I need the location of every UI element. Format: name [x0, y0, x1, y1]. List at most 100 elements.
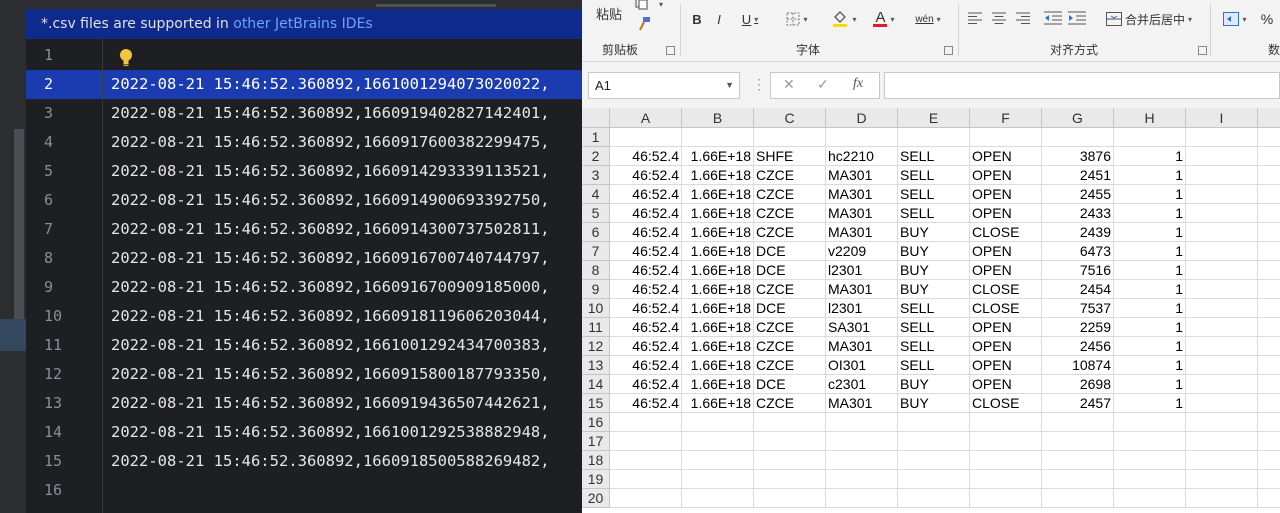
row-header[interactable]: 12	[582, 337, 610, 356]
column-header[interactable]: A	[610, 108, 682, 128]
sheet-cell[interactable]	[970, 432, 1042, 451]
sheet-cell[interactable]	[1186, 470, 1258, 489]
border-button[interactable]: ▾	[782, 10, 812, 28]
underline-button[interactable]: U ▾	[736, 10, 764, 28]
sheet-cell[interactable]	[1186, 185, 1258, 204]
border-caret[interactable]: ▾	[803, 15, 807, 24]
code-line[interactable]: 2022-08-21 15:46:52.360892,1660914900693…	[103, 186, 582, 215]
sheet-cell[interactable]: 2259	[1042, 318, 1114, 337]
code-line[interactable]: 2022-08-21 15:46:52.360892,1661001292538…	[103, 418, 582, 447]
sheet-cell[interactable]: 1.66E+18	[682, 356, 754, 375]
sheet-cell[interactable]: 1.66E+18	[682, 280, 754, 299]
sheet-cell[interactable]: DCE	[754, 261, 826, 280]
sheet-cell[interactable]	[610, 489, 682, 508]
sheet-cell[interactable]	[682, 489, 754, 508]
column-header[interactable]: I	[1186, 108, 1258, 128]
sheet-cell[interactable]	[682, 128, 754, 147]
row-header[interactable]: 11	[582, 318, 610, 337]
sheet-cell[interactable]: 2451	[1042, 166, 1114, 185]
sheet-cell[interactable]: OI301	[826, 356, 898, 375]
sheet-cell[interactable]: OPEN	[970, 337, 1042, 356]
sheet-cell[interactable]: DCE	[754, 299, 826, 318]
sheet-cell[interactable]	[1042, 470, 1114, 489]
sheet-cell[interactable]: 2456	[1042, 337, 1114, 356]
sheet-cell[interactable]: 2433	[1042, 204, 1114, 223]
sheet-cell[interactable]: MA301	[826, 337, 898, 356]
confirm-icon[interactable]: ✓	[817, 76, 829, 93]
sheet-cell[interactable]	[1258, 299, 1280, 318]
sheet-cell[interactable]	[1042, 413, 1114, 432]
sheet-cell[interactable]	[1186, 166, 1258, 185]
sheet-cell[interactable]: SELL	[898, 147, 970, 166]
sheet-cell[interactable]	[898, 451, 970, 470]
sheet-cell[interactable]: 1	[1114, 356, 1186, 375]
code-line[interactable]: 2022-08-21 15:46:52.360892,1661001294073…	[103, 70, 582, 99]
sheet-cell[interactable]: 46:52.4	[610, 242, 682, 261]
sheet-cell[interactable]	[1186, 318, 1258, 337]
copy-dropdown-caret[interactable]: ▾	[659, 0, 663, 9]
sheet-cell[interactable]: CZCE	[754, 223, 826, 242]
sheet-cell[interactable]: v2209	[826, 242, 898, 261]
line-number[interactable]: 13	[26, 389, 102, 418]
paste-button[interactable]: 粘贴	[596, 4, 622, 22]
sheet-cell[interactable]: OPEN	[970, 375, 1042, 394]
sheet-cell[interactable]	[1186, 451, 1258, 470]
code-line[interactable]: 2022-08-21 15:46:52.360892,1660916700909…	[103, 273, 582, 302]
line-number[interactable]: 12	[26, 360, 102, 389]
italic-button[interactable]: I	[712, 10, 726, 28]
row-header[interactable]: 1	[582, 128, 610, 147]
sheet-cell[interactable]	[754, 413, 826, 432]
sheet-cell[interactable]: 1	[1114, 204, 1186, 223]
code-line[interactable]: 2022-08-21 15:46:52.360892,1660916700740…	[103, 244, 582, 273]
sheet-cell[interactable]: OPEN	[970, 356, 1042, 375]
sheet-cell[interactable]: 46:52.4	[610, 185, 682, 204]
sheet-cell[interactable]: SHFE	[754, 147, 826, 166]
sheet-cell[interactable]	[610, 470, 682, 489]
sheet-cell[interactable]	[1258, 470, 1280, 489]
row-header[interactable]: 20	[582, 489, 610, 508]
merge-caret[interactable]: ▾	[1188, 15, 1192, 24]
code-line[interactable]: 2022-08-21 15:46:52.360892,1660919402827…	[103, 99, 582, 128]
sheet-cell[interactable]: 2698	[1042, 375, 1114, 394]
sheet-cell[interactable]	[1186, 394, 1258, 413]
sheet-cell[interactable]	[1186, 223, 1258, 242]
sheet-cell[interactable]: 1.66E+18	[682, 204, 754, 223]
line-number[interactable]: 11	[26, 331, 102, 360]
sheet-cell[interactable]: SELL	[898, 166, 970, 185]
sheet-cell[interactable]	[970, 489, 1042, 508]
sheet-cell[interactable]: 46:52.4	[610, 261, 682, 280]
project-scrollbar[interactable]	[14, 129, 24, 319]
sheet-cell[interactable]: MA301	[826, 204, 898, 223]
sheet-cell[interactable]: 1	[1114, 280, 1186, 299]
sheet-cell[interactable]: 46:52.4	[610, 356, 682, 375]
clipboard-dialog-launcher[interactable]	[666, 46, 675, 55]
sheet-cell[interactable]	[1114, 451, 1186, 470]
sheet-cell[interactable]: 1	[1114, 318, 1186, 337]
sheet-cell[interactable]: 1.66E+18	[682, 299, 754, 318]
sheet-cell[interactable]: 1	[1114, 375, 1186, 394]
sheet-cell[interactable]: MA301	[826, 394, 898, 413]
cancel-icon[interactable]: ✕	[783, 76, 795, 93]
code-line[interactable]: 2022-08-21 15:46:52.360892,1660919436507…	[103, 389, 582, 418]
sheet-cell[interactable]	[1258, 147, 1280, 166]
row-header[interactable]: 19	[582, 470, 610, 489]
fill-color-button[interactable]: ▾	[828, 10, 860, 28]
percent-button[interactable]: %	[1258, 10, 1276, 28]
sheet-cell[interactable]: CZCE	[754, 185, 826, 204]
line-number[interactable]: 4	[26, 128, 102, 157]
sheet-cell[interactable]	[1114, 432, 1186, 451]
sheet-cell[interactable]: hc2210	[826, 147, 898, 166]
sheet-cell[interactable]: OPEN	[970, 166, 1042, 185]
sheet-cell[interactable]: CLOSE	[970, 394, 1042, 413]
sheet-cell[interactable]: CLOSE	[970, 280, 1042, 299]
row-header[interactable]: 16	[582, 413, 610, 432]
sheet-cell[interactable]	[1258, 394, 1280, 413]
underline-caret[interactable]: ▾	[754, 15, 758, 24]
line-number[interactable]: 10	[26, 302, 102, 331]
sheet-cell[interactable]	[1042, 128, 1114, 147]
sheet-cell[interactable]	[1042, 432, 1114, 451]
wen-phonetic-button[interactable]: wén ▾	[912, 10, 944, 28]
align-left-icon[interactable]	[968, 12, 982, 24]
line-number[interactable]: 16	[26, 476, 102, 505]
name-box-dropdown-icon[interactable]: ▼	[725, 73, 734, 98]
